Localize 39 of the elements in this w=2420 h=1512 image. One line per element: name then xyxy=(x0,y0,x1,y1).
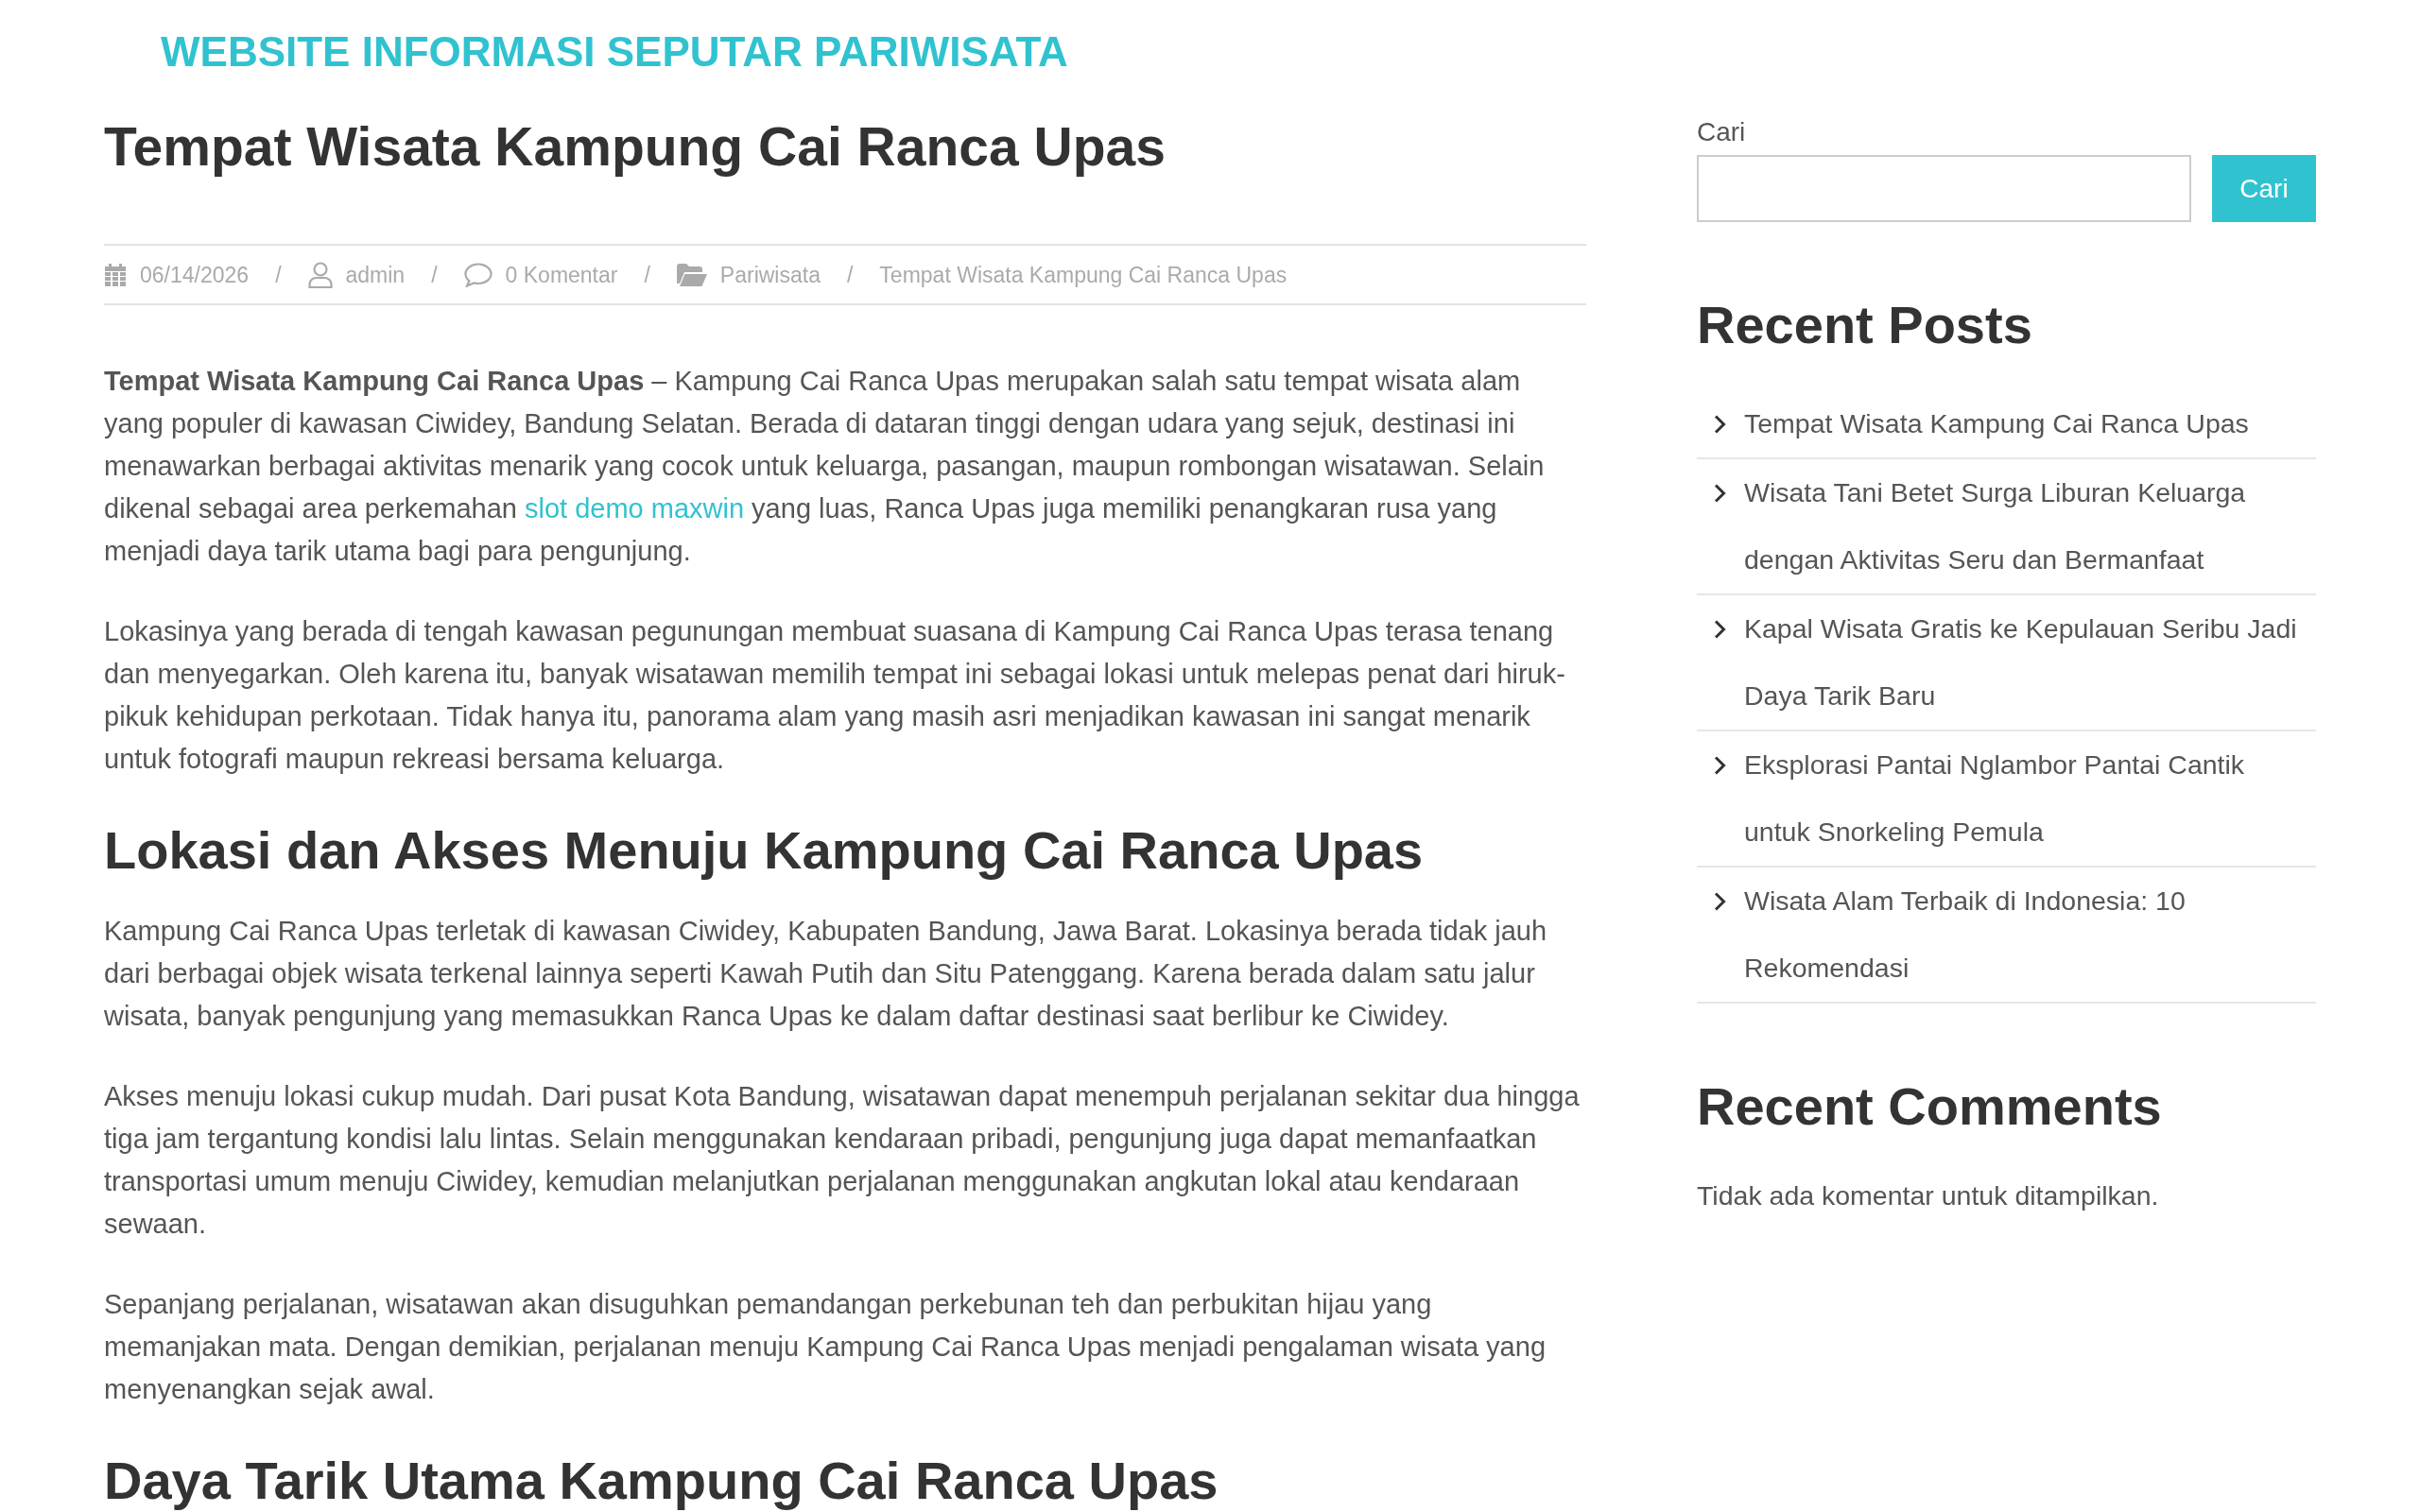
recent-post-link[interactable]: Eksplorasi Pantai Nglambor Pantai Cantik untuk Snorkeling Pemula xyxy=(1744,731,2316,866)
user-icon xyxy=(307,261,333,288)
chevron-right-icon xyxy=(1714,483,1726,503)
text-link[interactable]: slot demo maxwin xyxy=(524,493,745,524)
search-label: Cari xyxy=(1697,116,1746,148)
recent-post-link[interactable]: Wisata Alam Terbaik di Indonesia: 10 Rekomendasi xyxy=(1744,868,2316,1002)
recent-post-link[interactable]: Wisata Tani Betet Surga Liburan Keluarga dengan Aktivitas Seru dan Bermanfaat xyxy=(1744,459,2316,593)
chevron-right-icon xyxy=(1714,755,1726,775)
paragraph: Sepanjang perjalanan, wisatawan akan disuguhkan pemandangan perkebunan teh dan perbukitan hijau yang memanjakan mata. Dengan demikian, perjalanan menuju Kampung Cai Ranca Upas menjadi pengalaman wisata yang menyenangkan sejak awal. xyxy=(104,1288,1547,1407)
widget-heading: Recent Comments xyxy=(1697,1075,2162,1138)
section-heading: Daya Tarik Utama Kampung Cai Ranca Upas xyxy=(104,1450,1219,1512)
paragraph: Akses menuju lokasi cukup mudah. Dari pusat Kota Bandung, wisatawan dapat menempuh perjalanan sekitar dua hingga tiga jam tergantung kondisi lalu lintas. Selain menggunakan kendaraan pribadi, pengunjung juga dapat memanfaatkan transportasi umum menuju Ciwidey, kemudian melanjutkan perjalanan menggunakan angkutan lokal atau kendaraan sewaan. xyxy=(104,1080,1581,1242)
folder-icon xyxy=(676,263,707,286)
search-field[interactable] xyxy=(1697,155,2191,222)
post-title: Tempat Wisata Kampung Cai Ranca Upas xyxy=(104,115,1166,179)
breadcrumb-separator: / xyxy=(430,261,439,289)
chevron-right-icon xyxy=(1714,619,1726,639)
paragraph: Kampung Cai Ranca Upas terletak di kawasan Ciwidey, Kabupaten Bandung, Jawa Barat. Lokasinya berada tidak jauh dari berbagai objek wisata terkenal lainnya seperti Kawah Putih dan Situ Patenggang. Karena berada dalam satu jalur wisata, banyak pengunjung yang memasukkan Ranca Upas ke dalam daftar destinasi saat berlibur ke Ciwidey. xyxy=(104,915,1548,1034)
author-link[interactable]: admin xyxy=(345,258,406,291)
chevron-right-icon xyxy=(1714,891,1726,911)
speech-bubble-icon xyxy=(463,262,493,287)
paragraph: Lokasinya yang berada di tengah kawasan pegunungan membuat suasana di Kampung Cai Ranca Upas terasa tenang dan menyegarkan. Oleh karena itu, banyak wisatawan memilih tempat ini sebagai lokasi untuk melepas penat dari hiruk-pikuk kehidupan perkotaan. Tidak hanya itu, panorama alam yang masih asri menjadikan kawasan ini sangat menarik untuk fotografi maupun rekreasi bersama keluarga. xyxy=(104,615,1566,777)
section-heading: Lokasi dan Akses Menuju Kampung Cai Ranca Upas xyxy=(104,819,1424,883)
site-title[interactable]: WEBSITE INFORMASI SEPUTAR PARIWISATA xyxy=(161,26,1068,77)
recent-post-link[interactable]: Kapal Wisata Gratis ke Kepulauan Seribu Jadi Daya Tarik Baru xyxy=(1744,595,2316,730)
comments-link[interactable]: 0 Komentar xyxy=(505,258,618,291)
paragraph: Tempat Wisata Kampung Cai Ranca Upas – Kampung Cai Ranca Upas merupakan salah satu tempat wisata alam yang populer di kawasan Ciwidey, Bandung Selatan. Berada di dataran tinggi dengan udara yang sejuk, destinasi ini menawarkan berbagai aktivitas menarik yang cocok untuk keluarga, pasangan, maupun rombongan wisatawan. Selain dikenal sebagai area perkemahan slot demo maxwin yang luas, Ranca Upas juga memiliki penangkaran rusa yang menjadi daya tarik utama bagi para pengunjung. xyxy=(104,365,1546,569)
empty-comments-text: Tidak ada komentar untuk ditampilkan. xyxy=(1697,1179,2159,1212)
breadcrumb-text: Tempat Wisata Kampung Cai Ranca Upas xyxy=(879,261,1288,289)
recent-post-link[interactable]: Tempat Wisata Kampung Cai Ranca Upas xyxy=(1744,390,2249,457)
category-link[interactable]: Pariwisata xyxy=(719,258,821,291)
search-button[interactable]: Cari xyxy=(2212,155,2316,222)
breadcrumb-separator: / xyxy=(274,261,283,289)
breadcrumb-separator: / xyxy=(643,261,651,289)
chevron-right-icon xyxy=(1714,414,1726,434)
widget-heading: Recent Posts xyxy=(1697,294,2032,356)
breadcrumb-separator: / xyxy=(845,261,855,289)
calendar-icon xyxy=(104,263,127,286)
post-date[interactable]: 06/14/2026 xyxy=(140,258,250,291)
